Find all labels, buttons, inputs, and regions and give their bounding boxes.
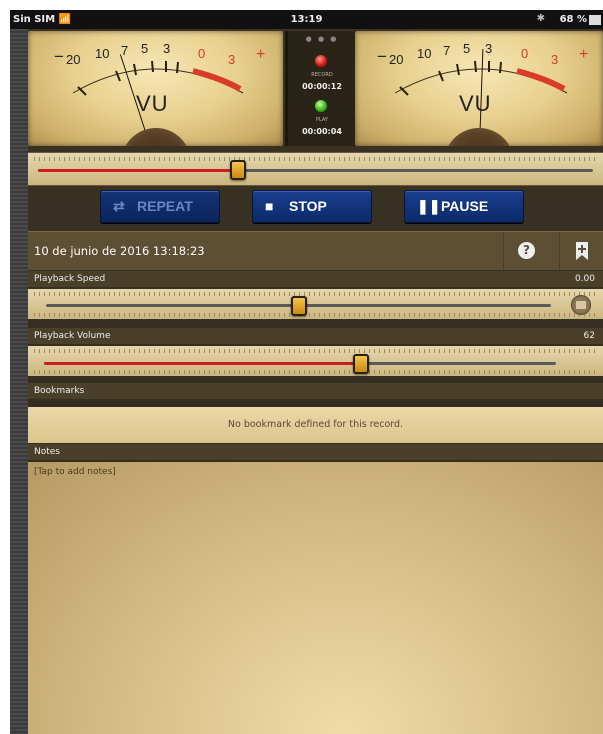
bookmarks-header: Bookmarks	[28, 383, 603, 399]
scale-label-5: 5	[141, 41, 149, 56]
repeat-button[interactable]: ⇄ REPEAT	[100, 190, 220, 223]
record-play-panel: ● ● ● RECORD 00:00:12 PLAY 00:00:04	[285, 31, 359, 146]
minus-sign: −	[377, 47, 387, 66]
vu-label: VU	[459, 91, 492, 116]
app-window: Sin SIM 📶 13:19 ✱ 68 % − 20 10 7 5 3 0 3…	[10, 10, 603, 734]
scale-label-7: 7	[443, 43, 451, 58]
bookmark-plus-icon	[576, 242, 588, 260]
stop-icon: ■	[265, 198, 274, 214]
vu-meter-right: − 20 10 7 5 3 0 3 + VU	[355, 31, 603, 146]
slider-ticks	[34, 157, 597, 161]
bluetooth-icon: ✱	[536, 13, 545, 24]
record-led-icon	[315, 55, 327, 67]
side-stripe	[10, 29, 28, 734]
battery-icon	[589, 15, 601, 25]
battery-label: 68 %	[559, 14, 587, 25]
bookmarks-empty-text: No bookmark defined for this record.	[227, 419, 404, 430]
progress-fill	[38, 169, 238, 172]
recording-title: 10 de junio de 2016 13:18:23	[34, 244, 205, 258]
vu-label: VU	[136, 91, 169, 116]
recording-header: 10 de junio de 2016 13:18:23 ?	[28, 231, 603, 270]
scale-label-10: 10	[95, 46, 110, 61]
scale-label-10: 10	[417, 46, 432, 61]
playback-speed-value: 0.00	[574, 274, 595, 284]
scale-label-0: 0	[198, 46, 206, 61]
playback-speed-slider[interactable]	[28, 289, 603, 319]
status-bar: Sin SIM 📶 13:19 ✱ 68 %	[10, 10, 603, 29]
scale-label-5: 5	[463, 41, 471, 56]
pause-icon: ❚❚	[417, 198, 441, 214]
volume-fill	[44, 362, 362, 365]
scale-label-3: 3	[163, 41, 171, 56]
playback-volume-slider[interactable]	[28, 346, 603, 376]
notes-placeholder: [Tap to add notes]	[34, 467, 116, 477]
bookmarks-list: No bookmark defined for this record.	[28, 407, 603, 443]
volume-thumb[interactable]	[353, 354, 370, 374]
scale-label-0: 0	[521, 46, 529, 61]
playback-speed-header: Playback Speed 0.00	[28, 271, 603, 287]
record-label: RECORD	[311, 72, 333, 78]
play-time: 00:00:04	[302, 127, 342, 136]
minus-sign: −	[54, 47, 64, 66]
play-led-icon	[315, 100, 327, 112]
page-indicator: ● ● ●	[305, 35, 339, 43]
plus-sign: +	[256, 46, 266, 63]
add-bookmark-button[interactable]	[559, 232, 603, 270]
help-button[interactable]: ?	[503, 232, 548, 270]
notes-textarea[interactable]: [Tap to add notes]	[28, 462, 603, 734]
playback-volume-label: Playback Volume	[34, 331, 111, 341]
scale-label-7: 7	[121, 43, 129, 58]
playback-volume-header: Playback Volume 62	[28, 328, 603, 344]
pause-button[interactable]: ❚❚ PAUSE	[404, 190, 524, 223]
speed-thumb[interactable]	[290, 296, 307, 316]
stop-button[interactable]: ■ STOP	[252, 190, 372, 223]
playback-speed-label: Playback Speed	[34, 274, 106, 284]
progress-track	[38, 169, 593, 172]
playback-volume-value: 62	[583, 331, 595, 341]
notes-header: Notes	[28, 444, 603, 460]
volume-track	[44, 362, 556, 365]
scale-label-20: 20	[66, 52, 81, 67]
vu-meter-left: − 20 10 7 5 3 0 3 + VU	[28, 31, 283, 146]
scale-label-plus3: 3	[551, 52, 559, 67]
playback-progress-slider[interactable]	[28, 152, 603, 186]
speed-reset-icon[interactable]	[571, 295, 591, 315]
help-icon: ?	[518, 242, 535, 259]
repeat-icon: ⇄	[113, 198, 125, 214]
scale-label-plus3: 3	[228, 52, 236, 67]
status-time: 13:19	[290, 14, 323, 25]
notes-label: Notes	[34, 447, 60, 457]
plus-sign: +	[579, 46, 589, 63]
progress-thumb[interactable]	[229, 160, 246, 180]
record-time: 00:00:12	[302, 82, 342, 91]
play-label: PLAY	[315, 117, 328, 123]
bookmarks-label: Bookmarks	[34, 386, 85, 396]
scale-label-20: 20	[389, 52, 404, 67]
scale-label-3: 3	[485, 41, 493, 56]
